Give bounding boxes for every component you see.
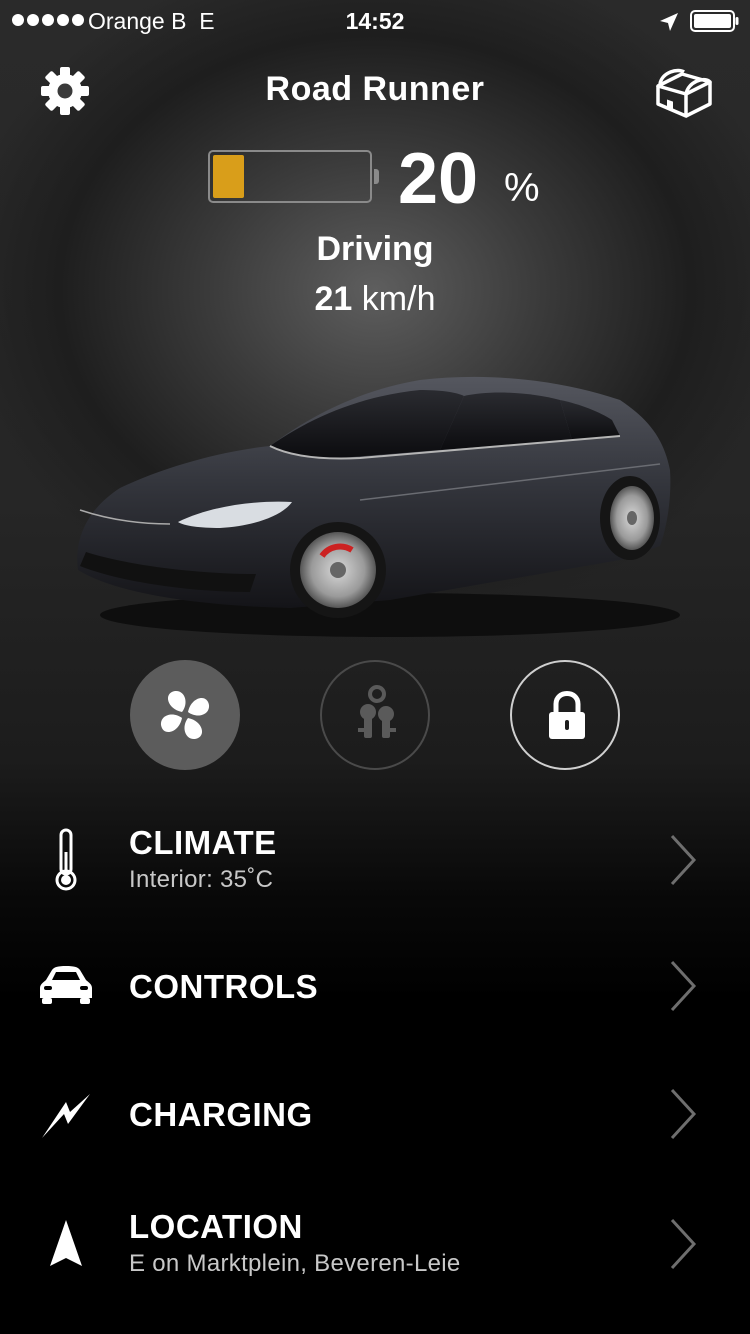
thermometer-icon [55, 828, 77, 891]
chevron-right-icon [670, 1088, 697, 1140]
chevron-right-icon [670, 1218, 697, 1270]
menu-label-climate: CLIMATE [129, 824, 277, 861]
percent-sign: % [504, 166, 540, 210]
car-image [77, 376, 680, 637]
device-battery-icon [690, 10, 739, 32]
climate-fan-button[interactable] [130, 660, 240, 770]
menu-label-charging: CHARGING [129, 1096, 313, 1133]
menu-item-controls[interactable]: CONTROLS [0, 926, 750, 1046]
menu-label-location: LOCATION [129, 1208, 303, 1245]
status-bar: Orange B E 14:52 [0, 0, 750, 40]
menu-item-location[interactable]: LOCATION E on Marktplein, Beveren-Leie [0, 1184, 750, 1304]
chevron-right-icon [670, 960, 697, 1012]
keys-button[interactable] [320, 660, 430, 770]
page-title: Road Runner [265, 70, 485, 108]
vehicle-battery-indicator [208, 150, 379, 203]
lightning-icon [42, 1094, 90, 1138]
speed-value: 21 [314, 280, 353, 318]
speed-unit: km/h [361, 280, 436, 318]
frunk-chest-icon[interactable] [652, 64, 716, 122]
keys-icon [358, 685, 396, 738]
location-services-icon [660, 13, 678, 31]
menu-item-climate[interactable]: CLIMATE Interior: 35˚C [0, 800, 750, 920]
menu-label-controls: CONTROLS [129, 968, 319, 1005]
lock-button[interactable] [510, 660, 620, 770]
menu-item-charging[interactable]: CHARGING [0, 1054, 750, 1174]
status-time: 14:52 [345, 8, 405, 34]
battery-fill [213, 155, 244, 198]
climate-interior-temp: Interior: 35˚C [129, 866, 274, 893]
speed-readout: 21 km/h [0, 280, 750, 319]
location-address: E on Marktplein, Beveren-Leie [129, 1250, 461, 1277]
navigation-arrow-icon [50, 1220, 82, 1266]
lock-icon [549, 691, 585, 739]
battery-percent: 20 [398, 139, 479, 219]
app-screen: Orange B E 14:52 Road Runner 20 % Drivin… [0, 0, 750, 1334]
chevron-right-icon [670, 834, 697, 886]
car-icon [40, 966, 92, 1004]
drive-state: Driving [316, 230, 434, 268]
fan-icon [160, 690, 210, 740]
